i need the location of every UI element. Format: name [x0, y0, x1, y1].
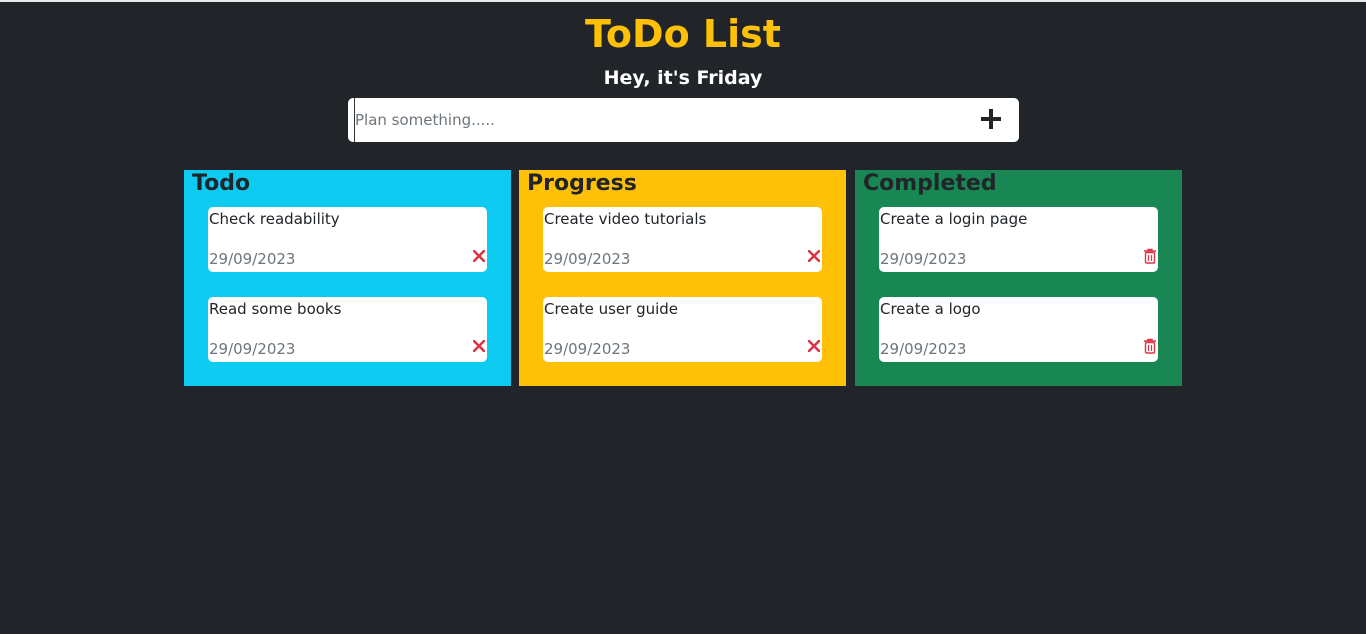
- column-todo: Todo Check readability 29/09/2023 Read s…: [184, 170, 511, 386]
- column-completed: Completed Create a login page 29/09/2023…: [855, 170, 1182, 386]
- close-icon: [808, 340, 820, 352]
- column-title: Completed: [863, 171, 997, 196]
- day-greeting: Hey, it's Friday: [603, 67, 763, 89]
- task-card[interactable]: Read some books 29/09/2023: [208, 297, 487, 362]
- task-text: Create a login page: [880, 210, 1028, 228]
- task-text: Read some books: [209, 300, 342, 318]
- task-card[interactable]: Create a logo 29/09/2023: [879, 297, 1158, 362]
- add-task-button[interactable]: [977, 105, 1005, 133]
- trash-icon: [1144, 338, 1156, 354]
- task-card[interactable]: Check readability 29/09/2023: [208, 207, 487, 272]
- remove-task-button[interactable]: [806, 248, 822, 264]
- task-text: Check readability: [209, 210, 340, 228]
- task-date: 29/09/2023: [880, 340, 967, 358]
- top-border: [0, 0, 1366, 2]
- column-title: Todo: [192, 171, 251, 196]
- task-date: 29/09/2023: [880, 250, 967, 268]
- task-text: Create a logo: [880, 300, 981, 318]
- page-title: ToDo List: [585, 12, 781, 56]
- plus-icon: [981, 109, 1001, 129]
- close-icon: [473, 340, 485, 352]
- task-text: Create video tutorials: [544, 210, 707, 228]
- task-date: 29/09/2023: [209, 340, 296, 358]
- column-title: Progress: [527, 171, 637, 196]
- column-progress: Progress Create video tutorials 29/09/20…: [519, 170, 846, 386]
- task-card[interactable]: Create video tutorials 29/09/2023: [543, 207, 822, 272]
- task-input[interactable]: [354, 98, 955, 142]
- remove-task-button[interactable]: [806, 338, 822, 354]
- delete-task-button[interactable]: [1142, 338, 1158, 354]
- task-text: Create user guide: [544, 300, 679, 318]
- task-date: 29/09/2023: [209, 250, 296, 268]
- delete-task-button[interactable]: [1142, 248, 1158, 264]
- task-card[interactable]: Create user guide 29/09/2023: [543, 297, 822, 362]
- task-date: 29/09/2023: [544, 250, 631, 268]
- remove-task-button[interactable]: [471, 248, 487, 264]
- task-card[interactable]: Create a login page 29/09/2023: [879, 207, 1158, 272]
- trash-icon: [1144, 248, 1156, 264]
- close-icon: [808, 250, 820, 262]
- task-date: 29/09/2023: [544, 340, 631, 358]
- add-task-bar: [348, 98, 1019, 142]
- close-icon: [473, 250, 485, 262]
- remove-task-button[interactable]: [471, 338, 487, 354]
